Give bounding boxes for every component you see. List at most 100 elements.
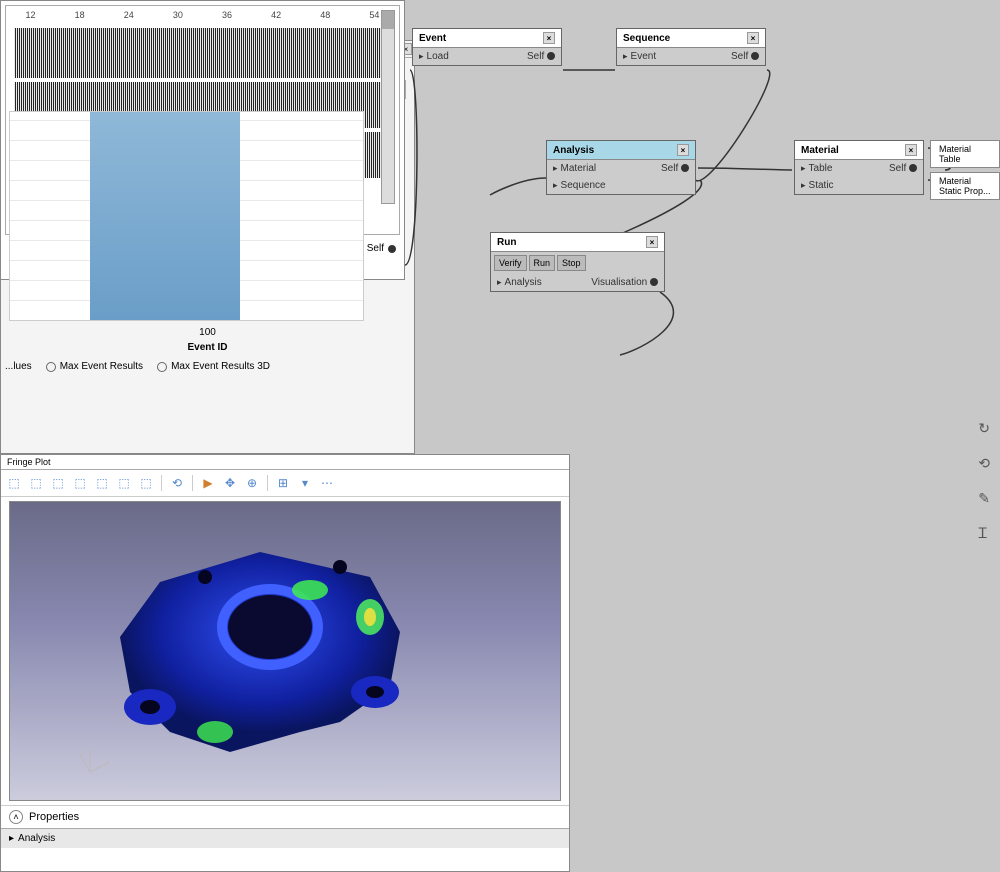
results-chart[interactable] (9, 111, 364, 321)
node-sequence[interactable]: Sequence × Event Self (616, 28, 766, 66)
waveform-scrollbar[interactable] (381, 10, 395, 204)
tick: 42 (271, 10, 281, 20)
radio-max-event-results-3d[interactable]: Max Event Results 3D (157, 361, 270, 372)
panel-title: Fringe Plot (7, 457, 51, 467)
verify-button[interactable]: Verify (494, 255, 527, 271)
tick: 48 (320, 10, 330, 20)
input-port-event[interactable]: Event (623, 51, 656, 62)
radio-icon (46, 362, 56, 372)
close-icon[interactable]: × (646, 236, 658, 248)
input-port-analysis[interactable]: Analysis (497, 277, 542, 288)
view-iso-icon[interactable]: ⬚ (5, 474, 23, 492)
node-analysis[interactable]: Analysis × Material Self Sequence (546, 140, 696, 195)
output-port-icon[interactable] (650, 278, 658, 286)
results-radio-row: ...lues Max Event Results Max Event Resu… (1, 355, 414, 378)
chevron-right-icon: ▸ (9, 833, 14, 844)
output-port-self: Self (731, 51, 748, 62)
close-icon[interactable]: × (543, 32, 555, 44)
node-title-label: Run (497, 237, 516, 248)
tick: 54 (369, 10, 379, 20)
node-run[interactable]: Run × Verify Run Stop Analysis Visualisa… (490, 232, 665, 292)
tick: 12 (26, 10, 36, 20)
output-port-icon[interactable] (547, 52, 555, 60)
waveform-track-1 (14, 28, 391, 78)
input-port-table[interactable]: Table (801, 163, 832, 174)
radio-max-event-results[interactable]: Max Event Results (46, 361, 143, 372)
output-port-self: Self (661, 163, 678, 174)
expand-icon[interactable]: ˄ (9, 810, 23, 824)
refresh-icon[interactable]: ⟲ (978, 455, 990, 472)
node-title-label: Event (419, 33, 446, 44)
fringe-title-bar: Fringe Plot (1, 455, 569, 470)
node-title[interactable]: Event × (413, 29, 561, 48)
chart-bar (90, 112, 240, 320)
node-material[interactable]: Material × Table Self Static (794, 140, 924, 195)
radio-icon (157, 362, 167, 372)
output-port-self: Self (889, 163, 906, 174)
output-port-icon[interactable] (751, 52, 759, 60)
input-port-material[interactable]: Material (553, 163, 596, 174)
chart-x-tick: 100 (1, 325, 414, 340)
tag-material-table[interactable]: Material Table (930, 140, 1000, 168)
more-icon[interactable]: ⋯ (318, 474, 336, 492)
close-icon[interactable]: × (677, 144, 689, 156)
node-title-label: Material (801, 145, 839, 156)
view-back-icon[interactable]: ⬚ (49, 474, 67, 492)
radio-label: ...lues (5, 361, 32, 372)
view-right-icon[interactable]: ⬚ (93, 474, 111, 492)
node-title[interactable]: Analysis × (547, 141, 695, 160)
view-front-icon[interactable]: ⬚ (27, 474, 45, 492)
node-title[interactable]: Material × (795, 141, 923, 160)
redo-icon[interactable]: ↻ (978, 420, 990, 437)
output-port-self: Self (527, 51, 544, 62)
chart-side-tools: ↻ ⟲ ✎ Ꮖ (978, 420, 990, 542)
node-title[interactable]: Run × (491, 233, 664, 252)
tick: 36 (222, 10, 232, 20)
input-port-static[interactable]: Static (801, 180, 834, 191)
cursor-icon[interactable]: Ꮖ (978, 525, 990, 542)
output-port-icon[interactable] (388, 245, 396, 253)
output-port-icon[interactable] (909, 164, 917, 172)
radio-label: Max Event Results (60, 361, 143, 372)
view-top-icon[interactable]: ⬚ (115, 474, 133, 492)
run-button[interactable]: Run (529, 255, 556, 271)
tick: 24 (124, 10, 134, 20)
output-port-icon[interactable] (681, 164, 689, 172)
tag-material-static[interactable]: Material Static Prop... (930, 172, 1000, 200)
radio-values[interactable]: ...lues (5, 361, 32, 372)
close-icon[interactable]: × (905, 144, 917, 156)
input-port-load[interactable]: Load (419, 51, 449, 62)
output-port-visualisation: Visualisation (591, 277, 647, 288)
chevron-down-icon[interactable]: ▾ (296, 474, 314, 492)
node-title[interactable]: Sequence × (617, 29, 765, 48)
node-title-label: Sequence (623, 33, 670, 44)
tick: 18 (75, 10, 85, 20)
view-bottom-icon[interactable]: ⬚ (137, 474, 155, 492)
analysis-input-row[interactable]: ▸ Analysis (1, 828, 569, 848)
self-port-label: Self (367, 243, 384, 254)
radio-label: Max Event Results 3D (171, 361, 270, 372)
fringe-plot-panel: Fringe Plot ⬚ ⬚ ⬚ ⬚ ⬚ ⬚ ⬚ ⟲ ▶ ✥ ⊕ ⊞ ▾ ⋯ … (0, 454, 570, 872)
analysis-label: Analysis (18, 833, 55, 844)
chart-x-title: Event ID (1, 340, 414, 355)
pan-icon[interactable]: ✥ (221, 474, 239, 492)
node-title-label: Analysis (553, 145, 594, 156)
view-left-icon[interactable]: ⬚ (71, 474, 89, 492)
stop-button[interactable]: Stop (557, 255, 586, 271)
input-port-sequence[interactable]: Sequence (553, 180, 606, 191)
grid-icon[interactable]: ⊞ (274, 474, 292, 492)
rotate-icon[interactable]: ⟲ (168, 474, 186, 492)
tick: 30 (173, 10, 183, 20)
expand-left-button[interactable]: ▸ (0, 641, 1, 657)
edit-icon[interactable]: ✎ (978, 490, 990, 507)
3d-viewport[interactable] (9, 501, 561, 801)
fringe-toolbar: ⬚ ⬚ ⬚ ⬚ ⬚ ⬚ ⬚ ⟲ ▶ ✥ ⊕ ⊞ ▾ ⋯ (1, 470, 569, 497)
properties-row[interactable]: ˄ Properties (1, 805, 569, 828)
node-event[interactable]: Event × Load Self (412, 28, 562, 66)
zoom-icon[interactable]: ⊕ (243, 474, 261, 492)
close-icon[interactable]: × (747, 32, 759, 44)
select-icon[interactable]: ▶ (199, 474, 217, 492)
fea-part (60, 522, 480, 792)
properties-label: Properties (29, 811, 79, 823)
waveform-ticks: 12 18 24 30 36 42 48 54 (6, 6, 399, 24)
